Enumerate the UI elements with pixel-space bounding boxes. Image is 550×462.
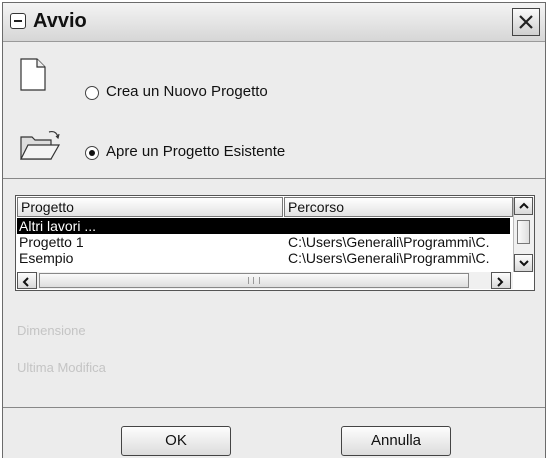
scroll-right-button[interactable]	[491, 272, 511, 289]
vertical-scrollbar[interactable]	[513, 197, 534, 272]
chevron-up-icon	[519, 202, 529, 209]
radio-open-project[interactable]	[85, 146, 99, 160]
dialog-title: Avvio	[33, 10, 87, 32]
project-name: Progetto 1	[19, 234, 84, 250]
horizontal-scroll-thumb[interactable]	[39, 273, 469, 288]
chevron-left-icon	[22, 277, 29, 287]
column-header-percorso[interactable]: Percorso	[284, 197, 513, 217]
table-row[interactable]: Progetto 1 C:\Users\Generali\Programmi\C…	[17, 234, 510, 250]
project-option-panel: Crea un Nuovo Progetto Apre un Progetto …	[3, 42, 545, 179]
scroll-grip-icon	[248, 277, 260, 284]
cancel-button[interactable]: Annulla	[341, 426, 451, 456]
open-folder-icon	[20, 130, 61, 160]
scroll-left-button[interactable]	[17, 272, 37, 289]
system-menu-icon[interactable]	[10, 13, 26, 29]
radio-new-project[interactable]	[85, 86, 99, 100]
option-open-project-label[interactable]: Apre un Progetto Esistente	[106, 143, 285, 160]
project-list[interactable]: Progetto Percorso Altri lavori ... Proge…	[15, 195, 535, 291]
project-path: C:\Users\Generali\Programmi\C.	[288, 234, 490, 250]
project-name: Altri lavori ...	[19, 218, 97, 234]
new-document-icon	[20, 58, 46, 91]
button-bar: OK Annulla	[3, 407, 545, 458]
vertical-scroll-thumb[interactable]	[517, 220, 530, 244]
project-name: Esempio	[19, 250, 74, 266]
startup-dialog: Avvio Crea un Nuovo Progetto Apre un Pro…	[2, 2, 546, 458]
scroll-down-button[interactable]	[514, 254, 533, 272]
option-new-project-label[interactable]: Crea un Nuovo Progetto	[106, 83, 268, 100]
horizontal-scrollbar[interactable]	[17, 272, 513, 289]
scroll-up-button[interactable]	[514, 197, 533, 215]
project-path: C:\Users\Generali\Programmi\C.	[288, 250, 490, 266]
chevron-down-icon	[519, 260, 529, 267]
table-row[interactable]: Esempio C:\Users\Generali\Programmi\C.	[17, 250, 510, 266]
ok-button[interactable]: OK	[121, 426, 231, 456]
close-icon	[519, 15, 533, 29]
chevron-right-icon	[497, 277, 504, 287]
last-modified-label: Ultima Modifica	[17, 360, 106, 375]
close-button[interactable]	[512, 8, 540, 36]
column-header-progetto[interactable]: Progetto	[17, 197, 283, 217]
table-row[interactable]: Altri lavori ...	[17, 218, 510, 234]
dimension-label: Dimensione	[17, 323, 86, 338]
title-bar[interactable]: Avvio	[3, 3, 545, 42]
